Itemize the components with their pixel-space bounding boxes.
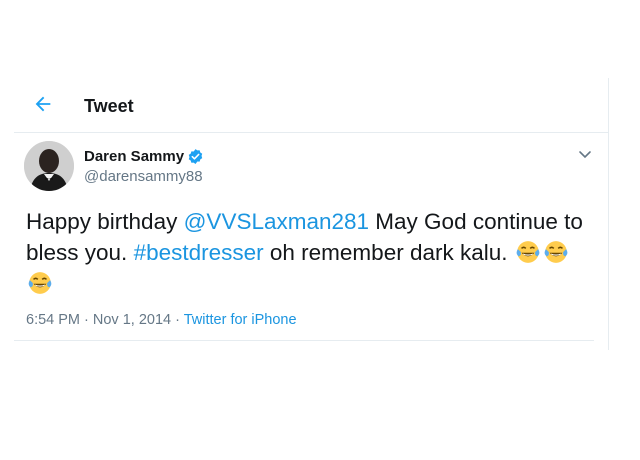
avatar[interactable] — [24, 141, 74, 191]
page-header: Tweet — [14, 88, 608, 133]
author-name[interactable]: Daren Sammy — [84, 148, 184, 165]
chevron-down-icon[interactable] — [577, 148, 593, 162]
author-name-row: Daren Sammy — [84, 148, 204, 165]
tweet-text-part-3: oh remember dark kalu. — [263, 240, 514, 265]
tweet-source-link[interactable]: Twitter for iPhone — [184, 312, 297, 328]
meta-separator: · — [171, 312, 184, 328]
divider — [14, 340, 594, 341]
meta-separator: · — [80, 312, 93, 328]
face-with-tears-of-joy-icon — [28, 272, 52, 294]
verified-badge-icon — [188, 149, 203, 164]
arrow-left-icon[interactable] — [32, 93, 54, 115]
mention-link[interactable]: @VVSLaxman281 — [184, 209, 369, 234]
tweet-date[interactable]: Nov 1, 2014 — [93, 312, 171, 328]
tweet-meta: 6:54 PM · Nov 1, 2014 · Twitter for iPho… — [26, 312, 297, 328]
right-border — [608, 78, 609, 350]
face-with-tears-of-joy-icon — [516, 241, 540, 263]
tweet-text: Happy birthday @VVSLaxman281 May God con… — [26, 206, 601, 299]
hashtag-link[interactable]: #bestdresser — [134, 240, 264, 265]
page-title: Tweet — [84, 96, 134, 116]
author-handle[interactable]: @darensammy88 — [84, 168, 203, 185]
tweet-text-part-1: Happy birthday — [26, 209, 184, 234]
tweet-time[interactable]: 6:54 PM — [26, 312, 80, 328]
face-with-tears-of-joy-icon — [544, 241, 568, 263]
